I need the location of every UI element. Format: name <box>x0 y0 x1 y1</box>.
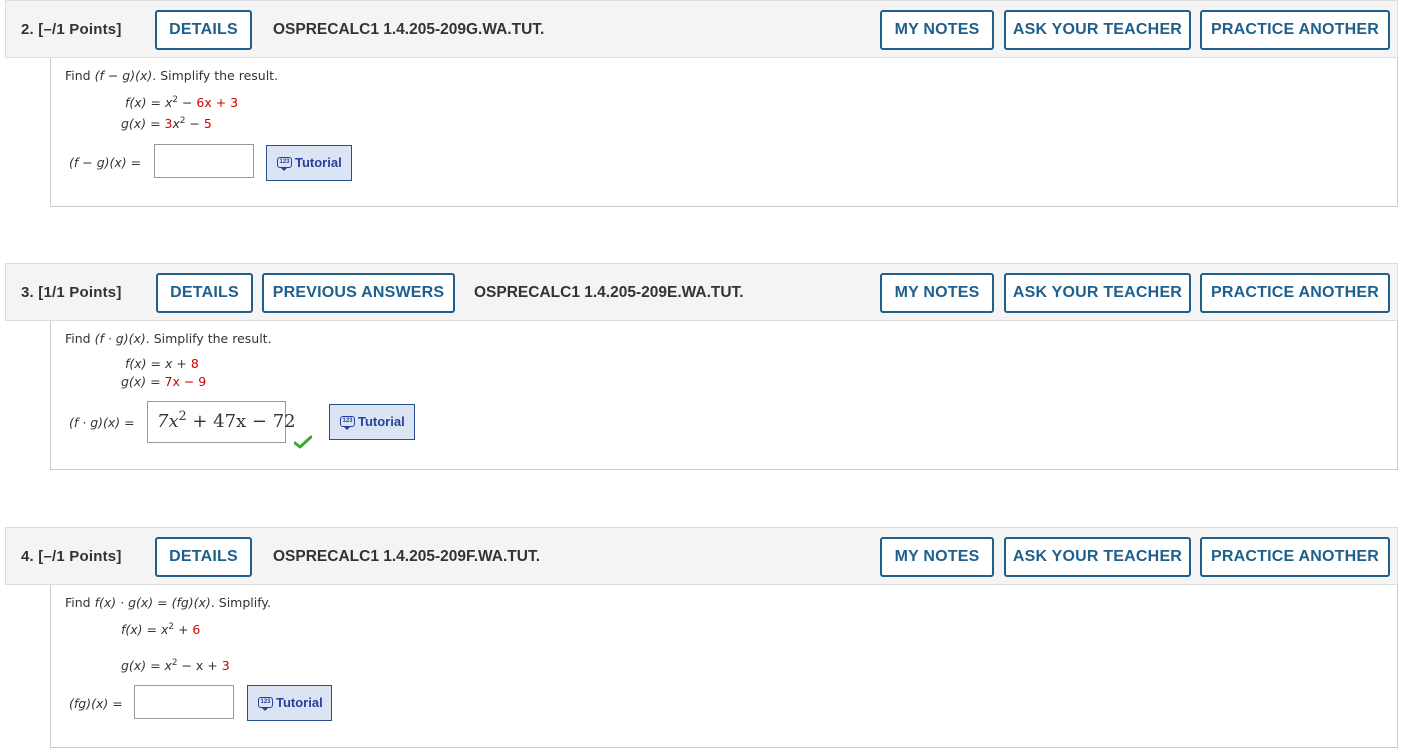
details-button[interactable]: DETAILS <box>155 537 252 577</box>
my-notes-button[interactable]: MY NOTES <box>880 537 994 577</box>
question-code: OSPRECALC1 1.4.205-209G.WA.TUT. <box>273 21 545 38</box>
g-definition: g(x) = 7x − 9 <box>121 374 207 389</box>
question-header: 2. [–/1 Points] DETAILS OSPRECALC1 1.4.2… <box>5 0 1398 58</box>
answer-value: 7x2 + 47x − 72 <box>157 408 296 432</box>
question-prompt: Find f(x) · g(x) = (fg)(x). Simplify. <box>65 595 271 610</box>
f-definition: f(x) = x2 + 6 <box>121 621 201 637</box>
answer-input[interactable] <box>134 685 234 719</box>
question-header: 4. [–/1 Points] DETAILS OSPRECALC1 1.4.2… <box>5 527 1398 585</box>
question-number: 2. [–/1 Points] <box>21 21 122 38</box>
correct-check-icon <box>294 435 312 449</box>
question-body: Find f(x) · g(x) = (fg)(x). Simplify. f(… <box>50 585 1398 748</box>
answer-label: (f · g)(x) = <box>69 415 135 430</box>
answer-input[interactable]: 7x2 + 47x − 72 <box>147 401 296 443</box>
answer-label: (fg)(x) = <box>69 696 123 711</box>
question-prompt: Find (f · g)(x). Simplify the result. <box>65 331 272 346</box>
ask-your-teacher-button[interactable]: ASK YOUR TEACHER <box>1004 10 1191 50</box>
question-code: OSPRECALC1 1.4.205-209E.WA.TUT. <box>474 284 744 301</box>
previous-answers-button[interactable]: PREVIOUS ANSWERS <box>262 273 455 313</box>
ask-your-teacher-button[interactable]: ASK YOUR TEACHER <box>1004 273 1191 313</box>
f-definition: f(x) = x2 − 6x + 3 <box>125 94 239 110</box>
question-prompt: Find (f − g)(x). Simplify the result. <box>65 68 279 83</box>
tutorial-button[interactable]: 123 Tutorial <box>329 404 415 440</box>
practice-another-button[interactable]: PRACTICE ANOTHER <box>1200 273 1390 313</box>
question-code: OSPRECALC1 1.4.205-209F.WA.TUT. <box>273 548 541 565</box>
question-number: 3. [1/1 Points] <box>21 284 122 301</box>
tutorial-button[interactable]: 123 Tutorial <box>247 685 332 721</box>
details-button[interactable]: DETAILS <box>155 10 252 50</box>
tutorial-icon: 123 <box>340 416 355 431</box>
ask-your-teacher-button[interactable]: ASK YOUR TEACHER <box>1004 537 1191 577</box>
tutorial-icon: 123 <box>277 157 292 172</box>
question-number: 4. [–/1 Points] <box>21 548 122 565</box>
answer-label: (f − g)(x) = <box>69 155 142 170</box>
f-definition: f(x) = x + 8 <box>125 356 199 371</box>
g-definition: g(x) = x2 − x + 3 <box>121 657 230 673</box>
g-definition: g(x) = 3x2 − 5 <box>121 115 212 131</box>
question-header: 3. [1/1 Points] DETAILS PREVIOUS ANSWERS… <box>5 263 1398 321</box>
details-button[interactable]: DETAILS <box>156 273 253 313</box>
tutorial-icon: 123 <box>258 697 273 712</box>
question-body: Find (f · g)(x). Simplify the result. f(… <box>50 321 1398 470</box>
tutorial-button[interactable]: 123 Tutorial <box>266 145 352 181</box>
practice-another-button[interactable]: PRACTICE ANOTHER <box>1200 537 1390 577</box>
answer-input[interactable] <box>154 144 254 178</box>
question-body: Find (f − g)(x). Simplify the result. f(… <box>50 58 1398 207</box>
my-notes-button[interactable]: MY NOTES <box>880 273 994 313</box>
practice-another-button[interactable]: PRACTICE ANOTHER <box>1200 10 1390 50</box>
my-notes-button[interactable]: MY NOTES <box>880 10 994 50</box>
